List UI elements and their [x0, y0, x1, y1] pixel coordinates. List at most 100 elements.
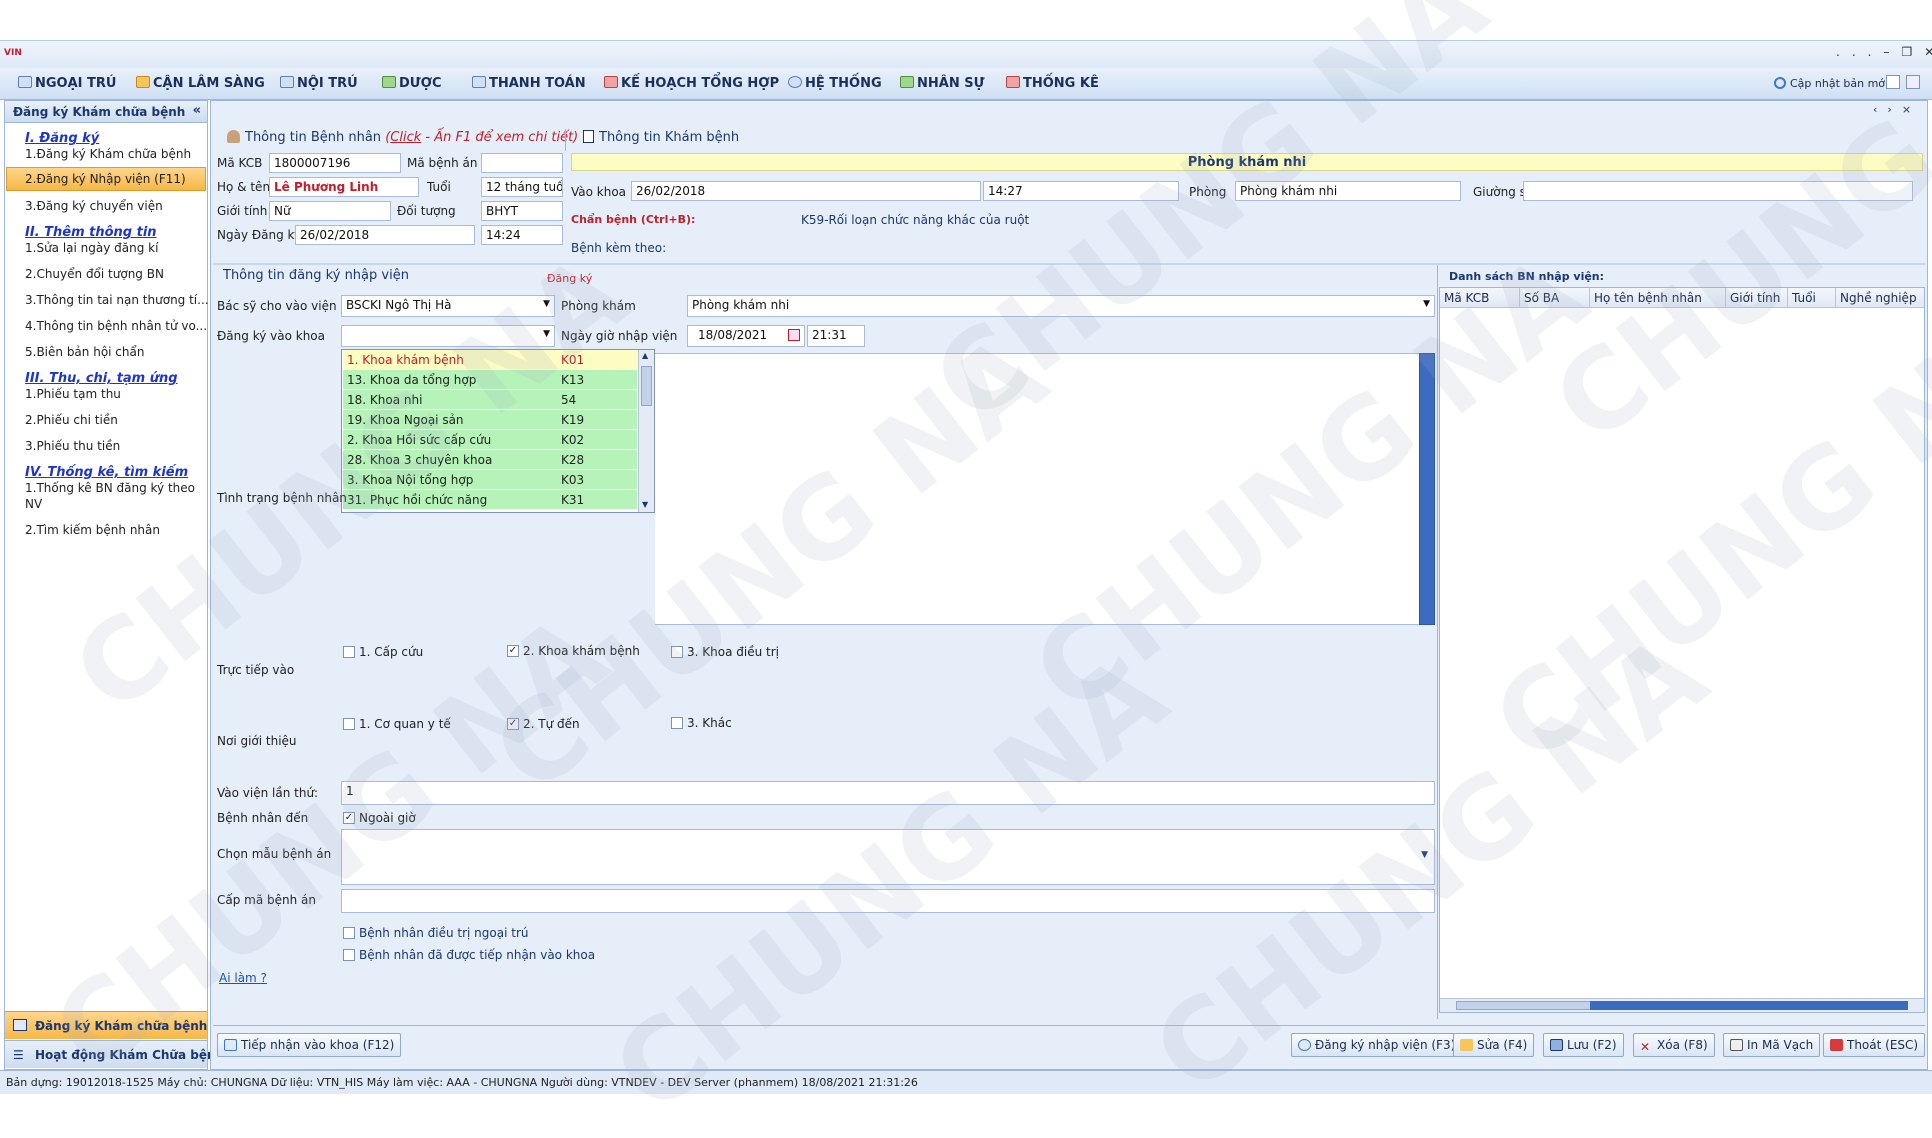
- gio-nhap-field[interactable]: 21:31: [807, 325, 865, 347]
- co-quan-y-te-checkbox[interactable]: [343, 718, 355, 730]
- calendar-icon[interactable]: [788, 329, 800, 341]
- sidebar-item-phieu-thu[interactable]: 3.Phiếu thu tiền: [25, 439, 120, 453]
- sidebar-item-thong-ke-bn-cont[interactable]: NV: [25, 497, 42, 511]
- list-item[interactable]: 3. Khoa Nội tổng hợp K03: [343, 470, 637, 490]
- bac-si-select[interactable]: BSCKI Ngô Thị Hà ▼: [341, 295, 555, 317]
- phong-field[interactable]: Phòng khám nhi: [1235, 181, 1461, 201]
- vao-khoa-time-field[interactable]: 14:27: [983, 181, 1179, 201]
- list-item[interactable]: 19. Khoa Ngoại sản K19: [343, 410, 637, 430]
- patient-detail-link[interactable]: Click: [390, 130, 421, 145]
- menu-noi-tru[interactable]: NỘI TRÚ: [280, 76, 358, 91]
- khac-checkbox[interactable]: [671, 717, 683, 729]
- luu-button[interactable]: Lưu (F2): [1543, 1033, 1624, 1057]
- menu-duoc[interactable]: DƯỢC: [382, 76, 442, 91]
- mau-ba-select[interactable]: ▼: [341, 829, 1435, 885]
- col-nghe-nghiep[interactable]: Nghề nghiệp: [1836, 288, 1924, 308]
- sidebar-nav-hoat-dong[interactable]: ☰ Hoạt động Khám Chữa bệnh: [5, 1040, 224, 1068]
- gio-dk-field[interactable]: 14:24: [481, 225, 563, 245]
- vao-vien-field[interactable]: 1: [341, 781, 1435, 805]
- menu-ngoai-tru[interactable]: NGOẠI TRÚ: [18, 76, 116, 91]
- giuong-field[interactable]: [1523, 181, 1913, 201]
- collapse-icon[interactable]: «: [193, 103, 201, 118]
- list-item[interactable]: 31. Phục hồi chức năng K31: [343, 490, 637, 510]
- thoat-button[interactable]: Thoát (ESC): [1823, 1033, 1926, 1057]
- doi-tuong-field[interactable]: BHYT: [481, 201, 563, 221]
- scroll-down-icon[interactable]: ▼: [642, 500, 648, 509]
- menu-ke-hoach-tong-hop[interactable]: KẾ HOẠCH TỔNG HỢP: [604, 76, 779, 91]
- tu-den-checkbox[interactable]: ✓: [507, 718, 519, 730]
- in-ma-vach-button[interactable]: In Mã Vạch: [1723, 1033, 1821, 1057]
- khoa-kham-benh-checkbox[interactable]: ✓: [507, 645, 519, 657]
- sidebar-item-tim-kiem[interactable]: 2.Tìm kiếm bệnh nhân: [25, 523, 160, 537]
- ma-kcb-field[interactable]: 1800007196: [269, 153, 401, 173]
- sidebar-item-chuyen-doi-tuong[interactable]: 2.Chuyển đổi tượng BN: [25, 267, 164, 281]
- list-item[interactable]: 2. Khoa Hồi sức cấp cứu K02: [343, 430, 637, 450]
- sidebar-item-thong-ke-bn[interactable]: 1.Thống kê BN đăng ký theo: [25, 481, 195, 495]
- tinh-trang-textarea[interactable]: [655, 353, 1435, 625]
- tab-nav[interactable]: ‹›×: [1873, 103, 1921, 116]
- ai-lam-link[interactable]: Ai làm ?: [219, 971, 267, 985]
- sidebar-item-dang-ky-kcb[interactable]: 1.Đăng ký Khám chữa bệnh: [25, 147, 191, 161]
- sidebar-item-tai-nan[interactable]: 3.Thông tin tai nạn thương tí...: [25, 293, 209, 307]
- menu-thong-ke[interactable]: THỐNG KÊ: [1006, 76, 1099, 91]
- xoa-button[interactable]: ✕ Xóa (F8): [1633, 1033, 1715, 1057]
- sidebar-item-dang-ky-chuyen-vien[interactable]: 3.Đăng ký chuyển viện: [25, 199, 163, 213]
- scroll-up-icon[interactable]: ▲: [642, 351, 648, 360]
- chan-doan-label[interactable]: Chẩn bệnh (Ctrl+B):: [571, 213, 695, 226]
- dept-dropdown-list[interactable]: 1. Khoa khám bệnh K01 13. Khoa da tổng hợ…: [341, 349, 655, 513]
- layout-icon[interactable]: [1906, 75, 1920, 89]
- cap-ma-field[interactable]: [341, 889, 1435, 913]
- col-tuoi[interactable]: Tuổi: [1788, 288, 1836, 308]
- sidebar-item-tu-vong[interactable]: 4.Thông tin bệnh nhân tử vo...: [25, 319, 207, 333]
- khoa-dieu-tri-checkbox[interactable]: [671, 646, 683, 658]
- da-tiep-nhan-checkbox[interactable]: [343, 949, 355, 961]
- dropdown-scrollbar[interactable]: ▲ ▼: [638, 350, 654, 512]
- patient-list-table[interactable]: Mã KCB Số BA Họ tên bệnh nhân Giới tính …: [1439, 287, 1925, 1013]
- table-hscrollbar[interactable]: [1440, 998, 1924, 1012]
- close-tab-icon[interactable]: ×: [1902, 103, 1921, 116]
- settings-icon[interactable]: [1886, 75, 1900, 89]
- list-item[interactable]: 28. Khoa 3 chuyên khoa K28: [343, 450, 637, 470]
- col-ma-kcb[interactable]: Mã KCB: [1440, 288, 1520, 308]
- more-icon[interactable]: ...: [1836, 45, 1883, 59]
- scrollbar-thumb[interactable]: [641, 366, 652, 406]
- phong-kham-select[interactable]: Phòng khám nhi ▼: [687, 295, 1435, 317]
- sidebar-item-sua-ngay[interactable]: 1.Sửa lại ngày đăng kí: [25, 241, 158, 255]
- sidebar-item-tam-thu[interactable]: 1.Phiếu tạm thu: [25, 387, 121, 401]
- textarea-scrollbar[interactable]: [1419, 353, 1435, 625]
- sidebar-nav-dang-ky[interactable]: Đăng ký Khám chữa bệnh: [5, 1011, 207, 1039]
- tuoi-field[interactable]: 12 tháng tuổi: [481, 177, 563, 197]
- cap-cuu-checkbox[interactable]: [343, 646, 355, 658]
- minimize-icon[interactable]: –: [1883, 45, 1901, 59]
- sua-button[interactable]: Sửa (F4): [1453, 1033, 1535, 1057]
- menu-nhan-su[interactable]: NHÂN SỰ: [900, 76, 984, 91]
- list-item[interactable]: 13. Khoa da tổng hợp K13: [343, 370, 637, 390]
- ngay-nhap-field[interactable]: 18/08/2021: [687, 325, 805, 347]
- menu-can-lam-sang[interactable]: CẬN LÂM SÀNG: [136, 76, 265, 91]
- col-gioi-tinh[interactable]: Giới tính: [1726, 288, 1788, 308]
- col-so-ba[interactable]: Số BA: [1520, 288, 1590, 308]
- dk-khoa-select[interactable]: ▼: [341, 325, 555, 347]
- dieu-tri-ngoai-tru-checkbox[interactable]: [343, 927, 355, 939]
- update-button[interactable]: Cập nhật bản mới: [1774, 77, 1888, 90]
- vao-khoa-date-field[interactable]: 26/02/2018: [631, 181, 981, 201]
- ngoai-gio-checkbox[interactable]: ✓: [343, 812, 355, 824]
- menu-thanh-toan[interactable]: THANH TOÁN: [472, 76, 586, 91]
- menu-he-thong[interactable]: HỆ THỐNG: [788, 76, 882, 91]
- sidebar-item-phieu-chi[interactable]: 2.Phiếu chi tiền: [25, 413, 118, 427]
- ho-ten-field[interactable]: Lê Phương Linh: [269, 177, 419, 197]
- dang-ky-nhap-vien-button[interactable]: Đăng ký nhập viện (F3): [1291, 1033, 1463, 1057]
- tiep-nhan-button[interactable]: Tiếp nhận vào khoa (F12): [217, 1033, 402, 1057]
- restore-icon[interactable]: ❐: [1901, 45, 1924, 59]
- gioi-tinh-field[interactable]: Nữ: [269, 201, 391, 221]
- sidebar-item-dang-ky-nhap-vien[interactable]: 2.Đăng ký Nhập viện (F11): [25, 172, 186, 186]
- col-ho-ten[interactable]: Họ tên bệnh nhân: [1590, 288, 1726, 308]
- list-item[interactable]: 18. Khoa nhi 54: [343, 390, 637, 410]
- sidebar-item-hoi-chan[interactable]: 5.Biên bản hội chẩn: [25, 345, 144, 359]
- patient-info-header[interactable]: Thông tin Bệnh nhân (Click - Ấn F1 để xe…: [227, 130, 578, 145]
- list-item[interactable]: 1. Khoa khám bệnh K01: [343, 350, 637, 370]
- prev-icon[interactable]: ‹: [1873, 103, 1887, 116]
- ma-benh-an-field[interactable]: [481, 153, 563, 173]
- window-controls[interactable]: ...–❐✕: [1836, 45, 1932, 59]
- next-icon[interactable]: ›: [1887, 103, 1901, 116]
